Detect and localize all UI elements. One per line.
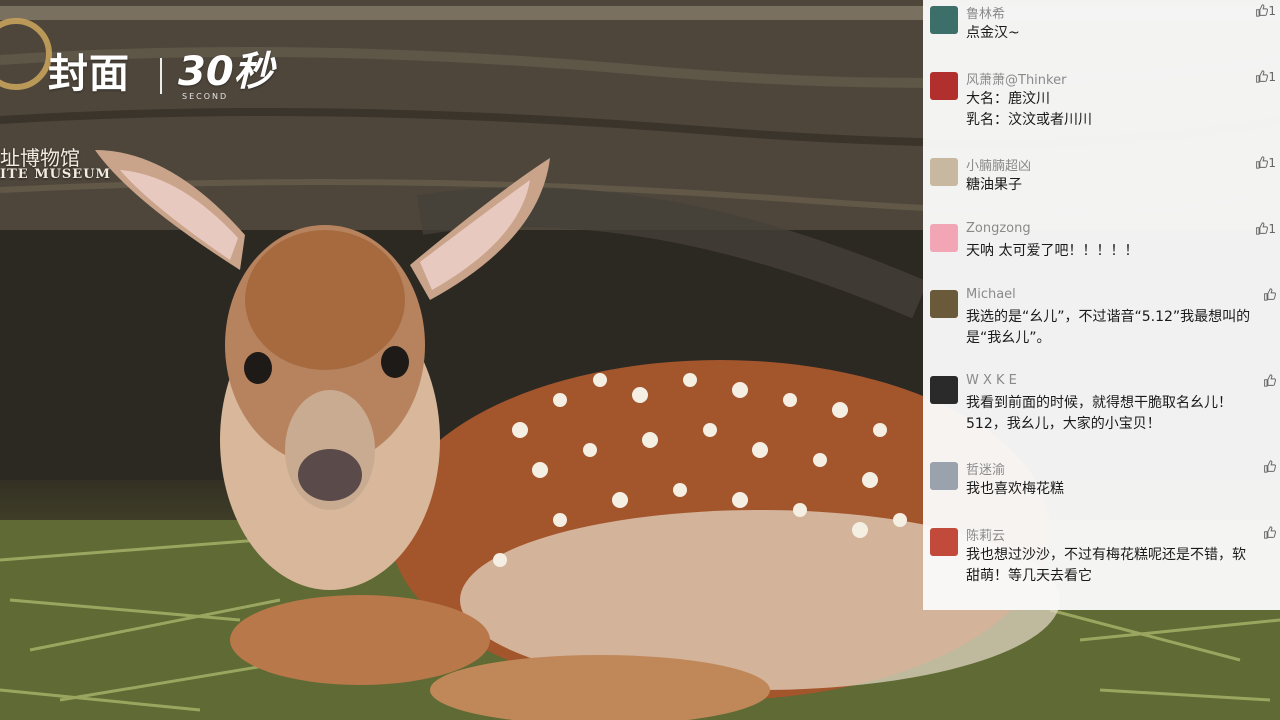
logo-sub-text: 30秒 — [178, 49, 274, 95]
comment-text: 大名：鹿汶川乳名：汶汶或者川川 — [966, 89, 1274, 131]
comment-text: 我看到前面的时候，就得想干脆取名幺儿！ 512，我幺儿，大家的小宝贝！ — [966, 393, 1274, 435]
like-count: 1 — [1268, 4, 1276, 18]
thumbs-up-icon — [1256, 156, 1269, 169]
thumbs-up-icon — [1256, 70, 1269, 83]
comment-text-line: 点金汉~ — [966, 25, 1020, 41]
comment-username[interactable]: 哲迷渝 — [966, 459, 1005, 478]
logo-divider — [160, 58, 162, 94]
like-button[interactable]: 1 — [1255, 222, 1276, 236]
like-button[interactable] — [1263, 460, 1276, 474]
comment-text-line: 我选的是“幺儿”，不过谐音“5.12”我最想叫的 — [966, 309, 1251, 325]
logo-sub-small-text: SECOND — [182, 92, 229, 101]
comments-panel: 鲁林希 点金汉~ 1 风萧萧@Thinker 大名：鹿汶川 乳名：汶汶或者川川 1 小腩腩超凶… — [923, 0, 1280, 610]
like-count: 1 — [1268, 156, 1276, 170]
thumbs-up-icon — [1256, 4, 1269, 17]
comment-text-line: 大名：鹿汶川 — [966, 91, 1050, 107]
comment-text-line: 我看到前面的时候，就得想干脆取名幺儿！ — [966, 395, 1232, 411]
like-button[interactable]: 1 — [1255, 4, 1276, 18]
thumbs-up-icon — [1264, 288, 1276, 301]
fengmian-logo: 封面 30秒 SECOND 址博物馆 ITE MUSEUM — [0, 12, 300, 182]
comment-text-line: 是“我幺儿”。 — [966, 330, 1051, 346]
comment-username[interactable]: 风萧萧@Thinker — [966, 69, 1066, 88]
avatar[interactable] — [930, 290, 958, 318]
comment-username[interactable]: 陈莉云 — [966, 525, 1005, 544]
avatar[interactable] — [930, 528, 958, 556]
avatar[interactable] — [930, 376, 958, 404]
thumbs-up-icon — [1256, 222, 1269, 235]
thumbs-up-icon — [1264, 460, 1276, 473]
comment-text-line: 我也想过沙沙，不过有梅花糕呢还是不错，软 — [966, 547, 1246, 563]
avatar[interactable] — [930, 72, 958, 100]
like-button[interactable] — [1263, 374, 1276, 388]
comment-text-line: 512，我幺儿，大家的小宝贝！ — [966, 416, 1161, 432]
comment-text-line: 天呐 太可爱了吧！！！！！ — [966, 243, 1139, 259]
comment-username[interactable]: Michael — [966, 287, 1016, 302]
avatar[interactable] — [930, 6, 958, 34]
comment-text: 我也想过沙沙，不过有梅花糕呢还是不错，软 甜萌！等几天去看它 — [966, 545, 1274, 587]
comment-text-line: 乳名：汶汶或者川川 — [966, 112, 1092, 128]
museum-name-en: ITE MUSEUM — [0, 167, 111, 182]
like-count: 1 — [1268, 70, 1276, 84]
avatar[interactable] — [930, 462, 958, 490]
comment-text: 天呐 太可爱了吧！！！！！ — [966, 241, 1274, 262]
like-button[interactable] — [1263, 288, 1276, 302]
comment-username[interactable]: W X K E — [966, 373, 1017, 388]
logo-main-text: 封面 — [48, 51, 130, 97]
like-button[interactable]: 1 — [1255, 156, 1276, 170]
comment-text: 糖油果子 — [966, 175, 1274, 196]
avatar[interactable] — [930, 158, 958, 186]
like-button[interactable] — [1263, 526, 1276, 540]
comment-text-line: 甜萌！等几天去看它 — [966, 568, 1092, 584]
comment-text: 点金汉~ — [966, 23, 1274, 44]
like-button[interactable]: 1 — [1255, 70, 1276, 84]
comment-username[interactable]: 鲁林希 — [966, 3, 1005, 22]
comment-text: 我也喜欢梅花糕 — [966, 479, 1274, 500]
comment-text: 我选的是“幺儿”，不过谐音“5.12”我最想叫的 是“我幺儿”。 — [966, 307, 1274, 349]
comment-text-line: 我也喜欢梅花糕 — [966, 481, 1064, 497]
thumbs-up-icon — [1264, 526, 1276, 539]
comment-username[interactable]: 小腩腩超凶 — [966, 155, 1031, 174]
avatar[interactable] — [930, 224, 958, 252]
comment-username[interactable]: Zongzong — [966, 221, 1031, 236]
thumbs-up-icon — [1264, 374, 1276, 387]
comment-text-line: 糖油果子 — [966, 177, 1022, 193]
logo-emblem-icon — [0, 18, 52, 90]
like-count: 1 — [1268, 222, 1276, 236]
